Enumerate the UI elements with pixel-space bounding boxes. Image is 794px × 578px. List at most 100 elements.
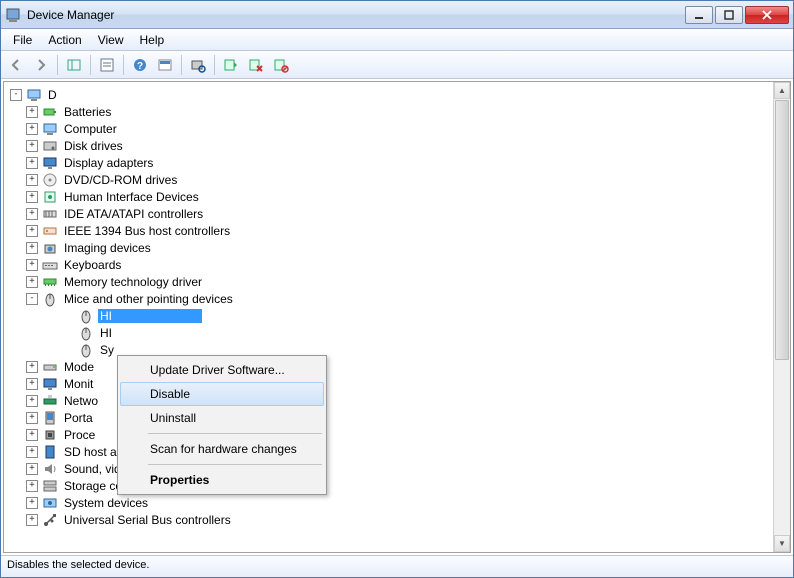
- expander-icon[interactable]: +: [26, 259, 38, 271]
- context-menu-separator: [148, 464, 322, 465]
- context-menu-item[interactable]: Scan for hardware changes: [120, 437, 324, 461]
- tree-category[interactable]: + Display adapters: [6, 154, 771, 171]
- expander-icon[interactable]: -: [26, 293, 38, 305]
- node-label[interactable]: Human Interface Devices: [62, 190, 201, 204]
- tree-category[interactable]: + DVD/CD-ROM drives: [6, 171, 771, 188]
- toolbar-separator: [123, 55, 124, 75]
- node-label[interactable]: HI: [98, 309, 202, 323]
- expander-icon: [62, 344, 74, 356]
- expander-icon[interactable]: +: [26, 361, 38, 373]
- forward-button[interactable]: [30, 54, 52, 76]
- expander-icon[interactable]: +: [26, 395, 38, 407]
- expander-icon[interactable]: +: [26, 191, 38, 203]
- tree-category[interactable]: + Imaging devices: [6, 239, 771, 256]
- expander-icon[interactable]: -: [10, 89, 22, 101]
- node-label[interactable]: IEEE 1394 Bus host controllers: [62, 224, 232, 238]
- tree-category[interactable]: + Memory technology driver: [6, 273, 771, 290]
- scrollbar[interactable]: ▲ ▼: [773, 82, 790, 552]
- node-label[interactable]: D: [46, 88, 59, 102]
- disable-button[interactable]: [270, 54, 292, 76]
- menu-action[interactable]: Action: [40, 31, 89, 49]
- scan-hardware-button[interactable]: [187, 54, 209, 76]
- node-label[interactable]: Batteries: [62, 105, 113, 119]
- node-label[interactable]: Imaging devices: [62, 241, 153, 255]
- expander-icon[interactable]: +: [26, 123, 38, 135]
- tree-category[interactable]: + IEEE 1394 Bus host controllers: [6, 222, 771, 239]
- tree-category[interactable]: + Batteries: [6, 103, 771, 120]
- node-label[interactable]: Monit: [62, 377, 95, 391]
- expander-icon[interactable]: +: [26, 225, 38, 237]
- uninstall-button[interactable]: [245, 54, 267, 76]
- scroll-thumb[interactable]: [775, 100, 789, 360]
- expander-icon[interactable]: +: [26, 174, 38, 186]
- node-label[interactable]: Display adapters: [62, 156, 155, 170]
- node-label[interactable]: IDE ATA/ATAPI controllers: [62, 207, 205, 221]
- system-icon: [42, 495, 58, 511]
- expander-icon[interactable]: +: [26, 276, 38, 288]
- node-label[interactable]: Disk drives: [62, 139, 125, 153]
- tree-device[interactable]: HI: [6, 324, 771, 341]
- expander-icon[interactable]: +: [26, 140, 38, 152]
- properties-button[interactable]: [96, 54, 118, 76]
- node-label[interactable]: Proce: [62, 428, 97, 442]
- expander-icon[interactable]: +: [26, 463, 38, 475]
- close-button[interactable]: [745, 6, 789, 24]
- mouse-icon: [78, 325, 94, 341]
- node-label[interactable]: Mode: [62, 360, 96, 374]
- expander-icon[interactable]: +: [26, 412, 38, 424]
- titlebar[interactable]: Device Manager: [1, 1, 793, 29]
- expander-icon[interactable]: +: [26, 497, 38, 509]
- menu-view[interactable]: View: [90, 31, 132, 49]
- maximize-button[interactable]: [715, 6, 743, 24]
- context-menu-item[interactable]: Properties: [120, 468, 324, 492]
- expander-icon[interactable]: +: [26, 514, 38, 526]
- node-label[interactable]: Mice and other pointing devices: [62, 292, 235, 306]
- cd-icon: [42, 172, 58, 188]
- node-label[interactable]: Porta: [62, 411, 95, 425]
- portable-icon: [42, 410, 58, 426]
- cpu-icon: [42, 427, 58, 443]
- scroll-up-arrow[interactable]: ▲: [774, 82, 790, 99]
- help-button[interactable]: ?: [129, 54, 151, 76]
- show-hide-tree-button[interactable]: [63, 54, 85, 76]
- tree-category[interactable]: + System devices: [6, 494, 771, 511]
- node-label[interactable]: Memory technology driver: [62, 275, 204, 289]
- minimize-button[interactable]: [685, 6, 713, 24]
- node-label[interactable]: Netwo: [62, 394, 100, 408]
- menu-help[interactable]: Help: [132, 31, 173, 49]
- tree-category[interactable]: + Disk drives: [6, 137, 771, 154]
- svg-text:?: ?: [137, 61, 143, 72]
- context-menu-item[interactable]: Uninstall: [120, 406, 324, 430]
- modem-icon: [42, 359, 58, 375]
- back-button[interactable]: [5, 54, 27, 76]
- node-label[interactable]: Universal Serial Bus controllers: [62, 513, 233, 527]
- tree-root[interactable]: -D: [6, 86, 771, 103]
- expander-icon[interactable]: +: [26, 378, 38, 390]
- node-label[interactable]: HI: [98, 326, 114, 340]
- expander-icon[interactable]: +: [26, 242, 38, 254]
- action-button[interactable]: [154, 54, 176, 76]
- tree-device[interactable]: HI: [6, 307, 771, 324]
- expander-icon[interactable]: +: [26, 157, 38, 169]
- context-menu-item[interactable]: Update Driver Software...: [120, 358, 324, 382]
- expander-icon[interactable]: +: [26, 480, 38, 492]
- scroll-down-arrow[interactable]: ▼: [774, 535, 790, 552]
- tree-category[interactable]: + Human Interface Devices: [6, 188, 771, 205]
- expander-icon[interactable]: +: [26, 106, 38, 118]
- tree-category[interactable]: + Keyboards: [6, 256, 771, 273]
- expander-icon[interactable]: +: [26, 208, 38, 220]
- tree-category[interactable]: + IDE ATA/ATAPI controllers: [6, 205, 771, 222]
- expander-icon[interactable]: +: [26, 429, 38, 441]
- update-driver-button[interactable]: [220, 54, 242, 76]
- tree-category[interactable]: + Universal Serial Bus controllers: [6, 511, 771, 528]
- context-menu-item[interactable]: Disable: [120, 382, 324, 406]
- node-label[interactable]: DVD/CD-ROM drives: [62, 173, 179, 187]
- tree-category[interactable]: - Mice and other pointing devices: [6, 290, 771, 307]
- node-label[interactable]: Computer: [62, 122, 119, 136]
- menu-file[interactable]: File: [5, 31, 40, 49]
- tree-category[interactable]: + Computer: [6, 120, 771, 137]
- node-label[interactable]: Sy: [98, 343, 116, 357]
- expander-icon[interactable]: +: [26, 446, 38, 458]
- node-label[interactable]: System devices: [62, 496, 150, 510]
- node-label[interactable]: Keyboards: [62, 258, 123, 272]
